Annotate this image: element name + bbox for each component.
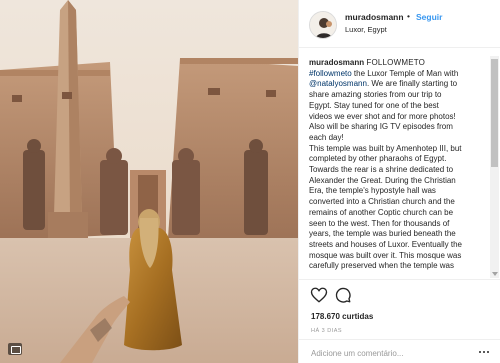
header-username[interactable]: muradosmann (345, 12, 404, 22)
likes-count[interactable]: 178.670 curtidas (311, 312, 373, 321)
caption-line: completed by other pharaohs of Egypt. (309, 154, 447, 164)
post-timestamp[interactable]: HÁ 3 DIAS (311, 328, 342, 334)
location-link[interactable]: Luxor, Egypt (345, 25, 387, 34)
caption-text: the Luxor Temple of Man with (351, 68, 459, 78)
caption-line: streets and houses of Luxor. Eventually … (309, 239, 462, 249)
scroll-down-arrow-icon[interactable] (492, 272, 498, 276)
caption-line: years, the temple was buried beneath the (309, 229, 456, 239)
luxor-temple-image (0, 0, 298, 363)
caption-line: Egypt. Stay tuned for one of the best (309, 100, 439, 110)
hashtag-link[interactable]: #followmeto (309, 69, 352, 78)
caption-line: remains of another Coptic church can be (309, 207, 454, 217)
comment-box (299, 339, 500, 363)
caption-line: @natalyosmann. We are finally starting t… (309, 79, 487, 90)
caption-line: converted into a Christian church and th… (309, 197, 455, 207)
avatar-image (310, 12, 336, 38)
user-tag-icon[interactable] (8, 343, 22, 355)
mention-link[interactable]: @natalyosmann (309, 79, 367, 88)
caption-line: Also will be sharing IG TV episodes from (309, 122, 453, 132)
caption-line: mosque was built over it. This mosque wa… (309, 250, 462, 260)
caption-line: seen to the west. Then for thousands of (309, 218, 450, 228)
post-actions: 178.670 curtidas HÁ 3 DIAS (299, 279, 500, 363)
caption-scrollbar[interactable] (490, 56, 499, 278)
caption-first-line: muradosmann FOLLOWMETO (309, 58, 487, 69)
comment-input[interactable] (311, 347, 461, 359)
caption-line: Towards the rear is a shrine dedicated t… (309, 165, 454, 175)
heart-icon[interactable] (310, 286, 328, 304)
header-separator: • (407, 11, 410, 21)
more-options-icon[interactable] (477, 348, 491, 356)
post-side-panel: muradosmann • Seguir Luxor, Egypt murado… (298, 0, 500, 363)
post-header: muradosmann • Seguir Luxor, Egypt (299, 0, 500, 48)
caption-line: Alexander the Great. During the Christia… (309, 175, 456, 185)
post-photo[interactable] (0, 0, 298, 363)
caption-line: each day! (309, 132, 344, 142)
caption-text: . We are finally starting to (366, 79, 458, 89)
caption-line: This temple was built by Amenhotep III, … (309, 143, 462, 153)
follow-button[interactable]: Seguir (416, 12, 442, 22)
scrollbar-thumb[interactable] (491, 59, 498, 167)
caption-line: share amazing stories from our trip to (309, 90, 442, 100)
post-caption: muradosmann FOLLOWMETO #followmeto the L… (309, 58, 487, 276)
avatar[interactable] (309, 11, 337, 39)
caption-title: FOLLOWMETO (366, 58, 426, 67)
comment-icon[interactable] (334, 286, 352, 304)
caption-line: #followmeto the Luxor Temple of Man with (309, 69, 487, 80)
caption-username[interactable]: muradosmann (309, 58, 364, 67)
caption-line: videos we ever shot and for more photos! (309, 111, 456, 121)
caption-line: carefully preserved when the temple was (309, 261, 454, 271)
caption-line: Era, the temple's hypostyle hall was (309, 186, 436, 196)
